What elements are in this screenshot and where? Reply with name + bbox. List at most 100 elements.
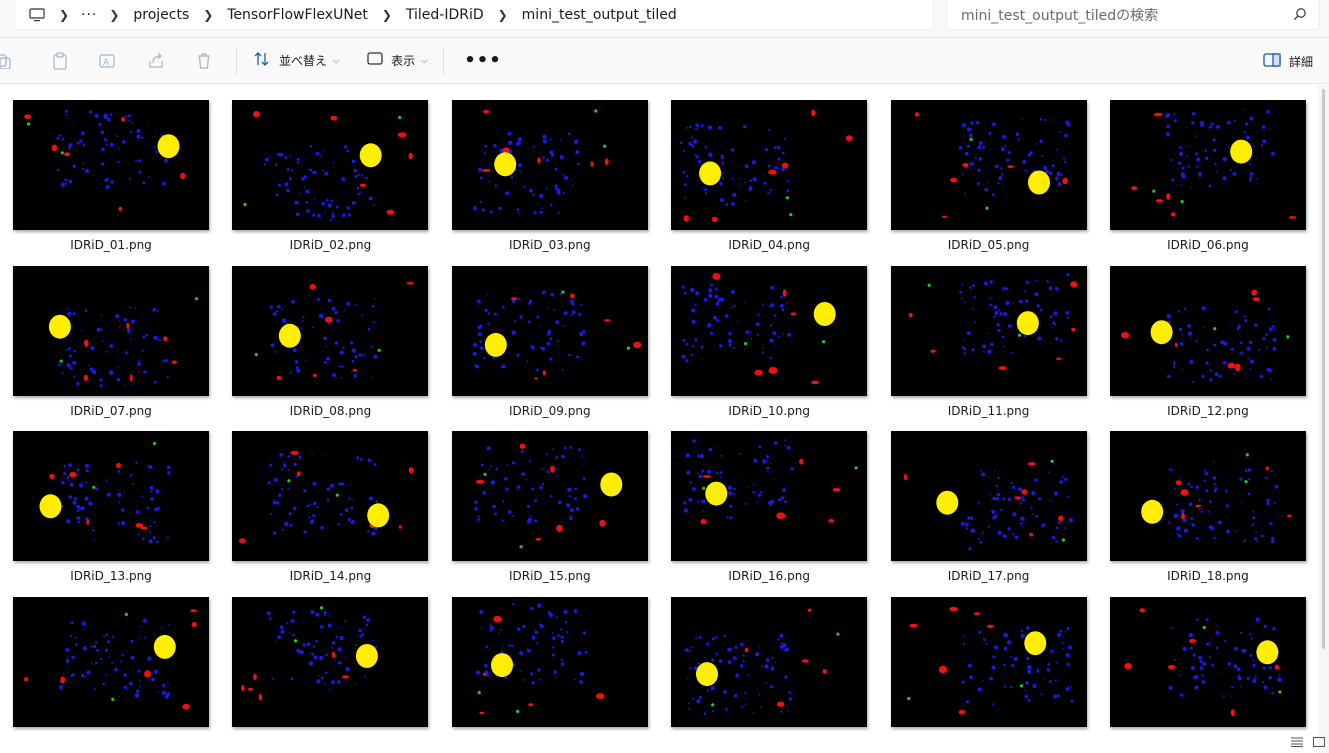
file-item[interactable]: IDRiD_18.png: [1109, 431, 1306, 597]
file-thumbnail[interactable]: [671, 431, 868, 561]
vertical-scrollbar[interactable]: [1318, 85, 1329, 753]
file-item[interactable]: IDRiD_14.png: [232, 431, 429, 597]
search-input[interactable]: mini_test_output_tiledの検索: [946, 0, 1320, 30]
file-item[interactable]: IDRiD_07.png: [13, 265, 209, 432]
breadcrumb-overflow[interactable]: ···: [77, 7, 101, 23]
file-thumbnail[interactable]: [1109, 596, 1306, 727]
file-item[interactable]: IDRiD_16.png: [671, 431, 868, 597]
exudate-spot: [1204, 156, 1209, 160]
file-thumbnail[interactable]: [451, 431, 648, 561]
paste-icon[interactable]: [36, 38, 84, 84]
file-thumbnail[interactable]: [671, 100, 868, 230]
file-thumbnail[interactable]: [451, 596, 648, 727]
hemorrhage-spot: [171, 359, 177, 364]
file-item[interactable]: IDRiD_01.png: [13, 100, 209, 266]
chevron-right-icon[interactable]: ❯: [51, 8, 77, 22]
file-item[interactable]: [232, 596, 429, 753]
file-item[interactable]: IDRiD_11.png: [890, 265, 1087, 432]
exudate-spot: [1272, 626, 1276, 630]
exudate-spot: [56, 168, 60, 172]
exudate-spot: [532, 193, 535, 196]
file-item[interactable]: IDRiD_06.png: [1109, 100, 1306, 266]
view-button[interactable]: 表示 ⌵: [359, 45, 435, 77]
file-thumbnail[interactable]: [890, 596, 1087, 727]
file-thumbnail[interactable]: [890, 431, 1087, 561]
exudate-spot: [56, 136, 60, 140]
exudate-spot: [1005, 158, 1009, 162]
file-item[interactable]: [1109, 596, 1306, 753]
exudate-spot: [166, 375, 169, 378]
rename-icon[interactable]: A: [84, 38, 132, 84]
file-item[interactable]: IDRiD_04.png: [671, 100, 868, 266]
file-thumbnail[interactable]: [13, 265, 209, 396]
file-thumbnail[interactable]: [890, 100, 1087, 230]
chevron-right-icon[interactable]: ❯: [374, 8, 400, 22]
file-item[interactable]: [890, 596, 1087, 753]
breadcrumb-tensorflowflexunet[interactable]: TensorFlowFlexUNet: [221, 7, 374, 23]
file-item[interactable]: [671, 596, 868, 753]
file-thumbnail[interactable]: [451, 265, 648, 396]
chevron-right-icon[interactable]: ❯: [490, 8, 516, 22]
file-thumbnail[interactable]: [1109, 265, 1306, 396]
exudate-spot: [1057, 521, 1061, 525]
exudate-spot: [560, 454, 565, 459]
file-thumbnail[interactable]: [13, 100, 209, 230]
details-view-icon[interactable]: [1291, 732, 1303, 751]
file-thumbnail[interactable]: [232, 100, 429, 230]
exudate-spot: [94, 687, 96, 690]
file-item[interactable]: IDRiD_13.png: [13, 431, 209, 597]
file-item[interactable]: [13, 596, 209, 753]
file-item[interactable]: IDRiD_03.png: [451, 100, 648, 266]
file-thumbnail[interactable]: [671, 596, 868, 727]
file-view[interactable]: IDRiD_01.png IDRiD_02.png IDRiD_03.png IDRi…: [0, 85, 1318, 753]
exudate-spot: [1205, 361, 1209, 365]
file-thumbnail[interactable]: [232, 596, 429, 727]
search-icon[interactable]: [1293, 7, 1307, 25]
file-item[interactable]: IDRiD_09.png: [451, 265, 648, 432]
file-item[interactable]: IDRiD_05.png: [890, 100, 1087, 266]
file-thumbnail[interactable]: [13, 431, 209, 561]
scrollbar-thumb[interactable]: [1322, 89, 1325, 649]
file-thumbnail[interactable]: [232, 265, 429, 396]
file-thumbnail[interactable]: [13, 596, 209, 727]
exudate-spot: [961, 345, 965, 349]
share-icon[interactable]: [132, 38, 180, 84]
large-icons-view-icon[interactable]: [1313, 732, 1325, 751]
chevron-right-icon[interactable]: ❯: [195, 8, 221, 22]
file-thumbnail[interactable]: [232, 431, 429, 561]
exudate-spot: [358, 352, 363, 357]
file-item[interactable]: IDRiD_10.png: [671, 265, 868, 432]
exudate-spot: [965, 527, 968, 530]
exudate-spot: [130, 655, 135, 660]
file-thumbnail[interactable]: [890, 265, 1087, 396]
sort-button[interactable]: 並べ替え ⌵: [245, 45, 347, 77]
details-pane-button[interactable]: 詳細: [1263, 38, 1313, 84]
file-item[interactable]: IDRiD_02.png: [232, 100, 429, 266]
file-item[interactable]: IDRiD_15.png: [451, 431, 648, 597]
file-thumbnail[interactable]: [671, 265, 868, 396]
exudate-spot: [752, 491, 756, 494]
file-thumbnail[interactable]: [451, 100, 648, 230]
exudate-spot: [958, 290, 962, 293]
chevron-right-icon[interactable]: ❯: [101, 8, 127, 22]
file-item[interactable]: IDRiD_17.png: [890, 431, 1087, 597]
file-item[interactable]: IDRiD_12.png: [1109, 265, 1306, 432]
exudate-spot: [1040, 154, 1043, 157]
see-more-button[interactable]: •••: [452, 51, 514, 69]
hemorrhage-spot: [492, 615, 502, 622]
file-thumbnail[interactable]: [1109, 431, 1306, 561]
delete-icon[interactable]: [180, 38, 228, 84]
file-item[interactable]: IDRiD_08.png: [232, 265, 429, 432]
exudate-spot: [553, 669, 557, 674]
breadcrumb-projects[interactable]: projects: [127, 7, 195, 23]
this-pc-icon[interactable]: [23, 0, 51, 30]
breadcrumb-tiled-idrid[interactable]: Tiled-IDRiD: [400, 7, 490, 23]
breadcrumb[interactable]: ❯ ··· ❯ projects ❯ TensorFlowFlexUNet ❯ …: [14, 0, 934, 30]
copy-icon[interactable]: [0, 38, 18, 84]
exudate-spot: [480, 463, 484, 467]
exudate-spot: [962, 135, 965, 137]
file-item[interactable]: [451, 596, 648, 753]
exudate-spot: [477, 303, 480, 305]
breadcrumb-current-folder[interactable]: mini_test_output_tiled: [516, 7, 683, 23]
file-thumbnail[interactable]: [1109, 100, 1306, 230]
